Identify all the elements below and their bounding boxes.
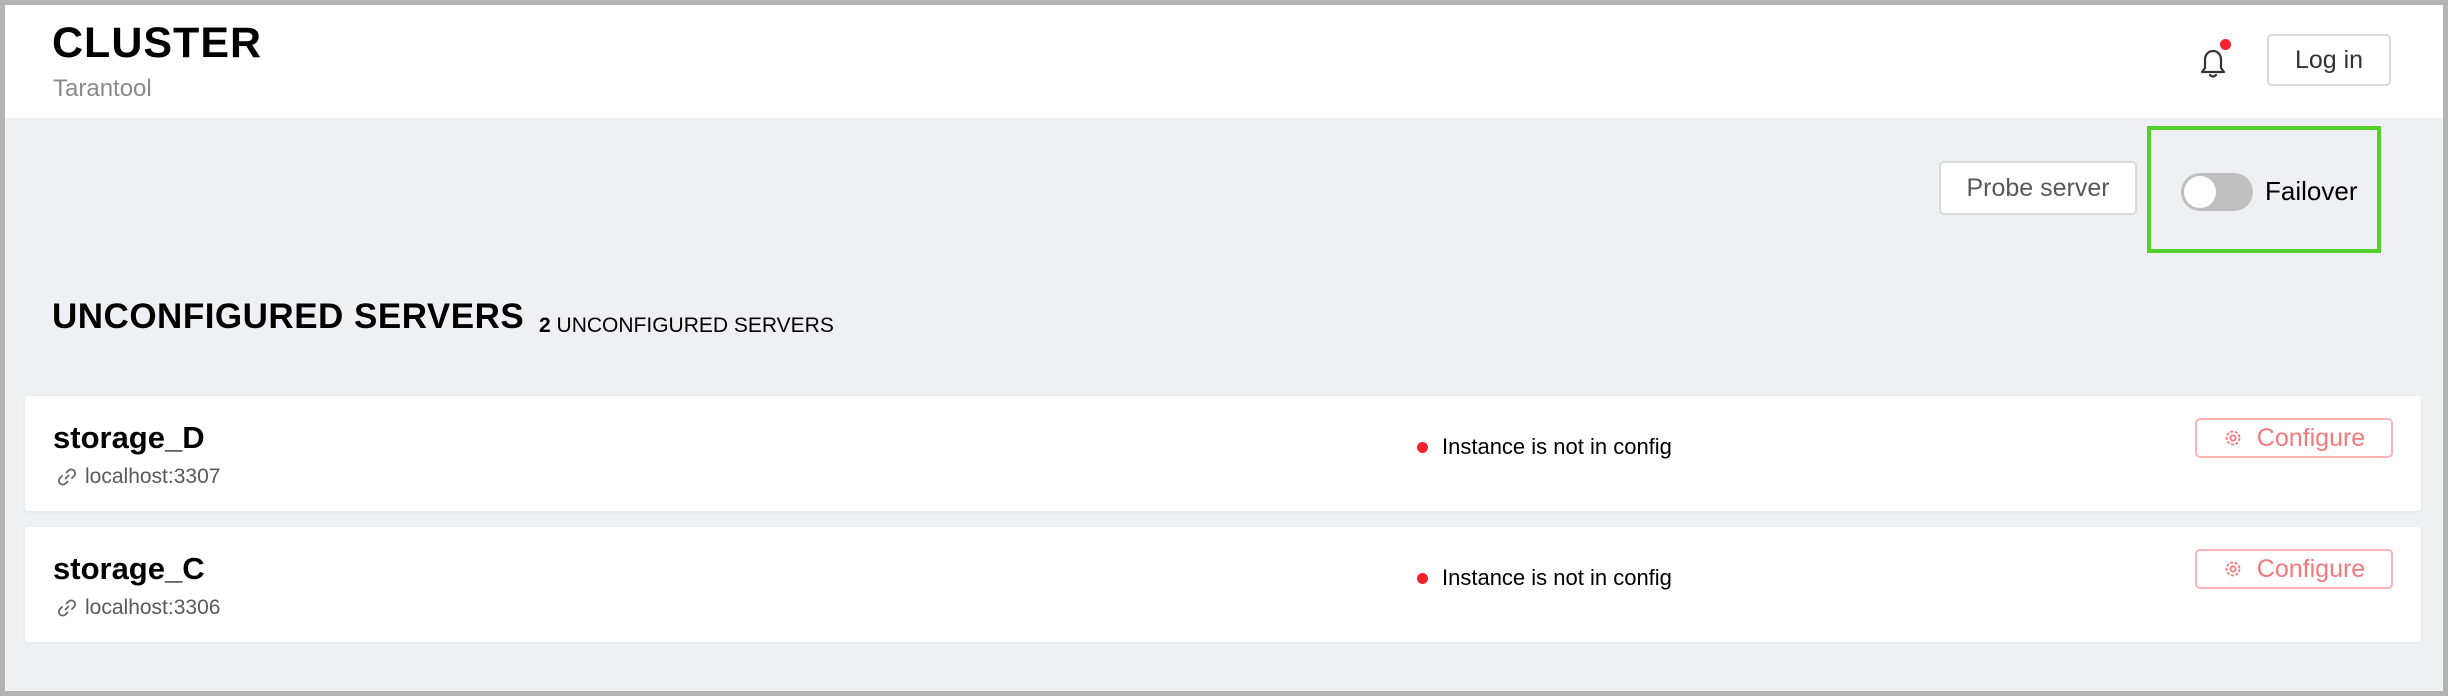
status-text: Instance is not in config [1442, 565, 1672, 590]
server-uri-text: localhost:3306 [85, 596, 221, 619]
server-uri-text: localhost:3307 [85, 465, 221, 488]
app-header: CLUSTER Tarantool Log in [5, 5, 2443, 118]
link-icon [57, 468, 77, 486]
status-text: Instance is not in config [1442, 434, 1672, 459]
server-name: storage_C [53, 551, 205, 586]
server-uri: localhost:3306 [57, 594, 220, 622]
section-count: 2 UNCONFIGURED SERVERS [539, 314, 834, 338]
status-dot [1417, 572, 1428, 584]
configure-button[interactable]: Configure [2195, 549, 2393, 589]
status-dot [1417, 441, 1428, 453]
configure-label: Configure [2256, 554, 2366, 583]
server-uri: localhost:3307 [57, 463, 220, 491]
failover-switch[interactable] [2181, 173, 2253, 211]
section-count-label: UNCONFIGURED SERVERS [556, 314, 834, 337]
failover-toggle[interactable]: Failover [2147, 126, 2381, 253]
app-subtitle: Tarantool [53, 75, 152, 102]
server-status: Instance is not in config [1417, 565, 1672, 591]
probe-server-button[interactable]: Probe server [1939, 161, 2137, 215]
gear-icon [2225, 561, 2241, 577]
notification-dot [2220, 39, 2231, 50]
section-count-number: 2 [539, 314, 551, 337]
bell-icon[interactable] [2199, 47, 2227, 79]
server-status: Instance is not in config [1417, 434, 1672, 460]
failover-label: Failover [2265, 176, 2358, 206]
section-title: UNCONFIGURED SERVERS [52, 297, 525, 336]
switch-knob [2184, 176, 2216, 208]
server-row: storage_C localhost:3306 Instance is not… [25, 527, 2421, 642]
configure-label: Configure [2256, 423, 2366, 452]
link-icon [57, 599, 77, 617]
gear-icon [2225, 430, 2241, 446]
server-row: storage_D localhost:3307 Instance is not… [25, 396, 2421, 511]
configure-button[interactable]: Configure [2195, 418, 2393, 458]
server-name: storage_D [53, 420, 205, 455]
app-window: CLUSTER Tarantool Log in Probe server Fa… [0, 0, 2448, 696]
login-button[interactable]: Log in [2267, 34, 2391, 86]
app-title: CLUSTER [52, 19, 263, 67]
